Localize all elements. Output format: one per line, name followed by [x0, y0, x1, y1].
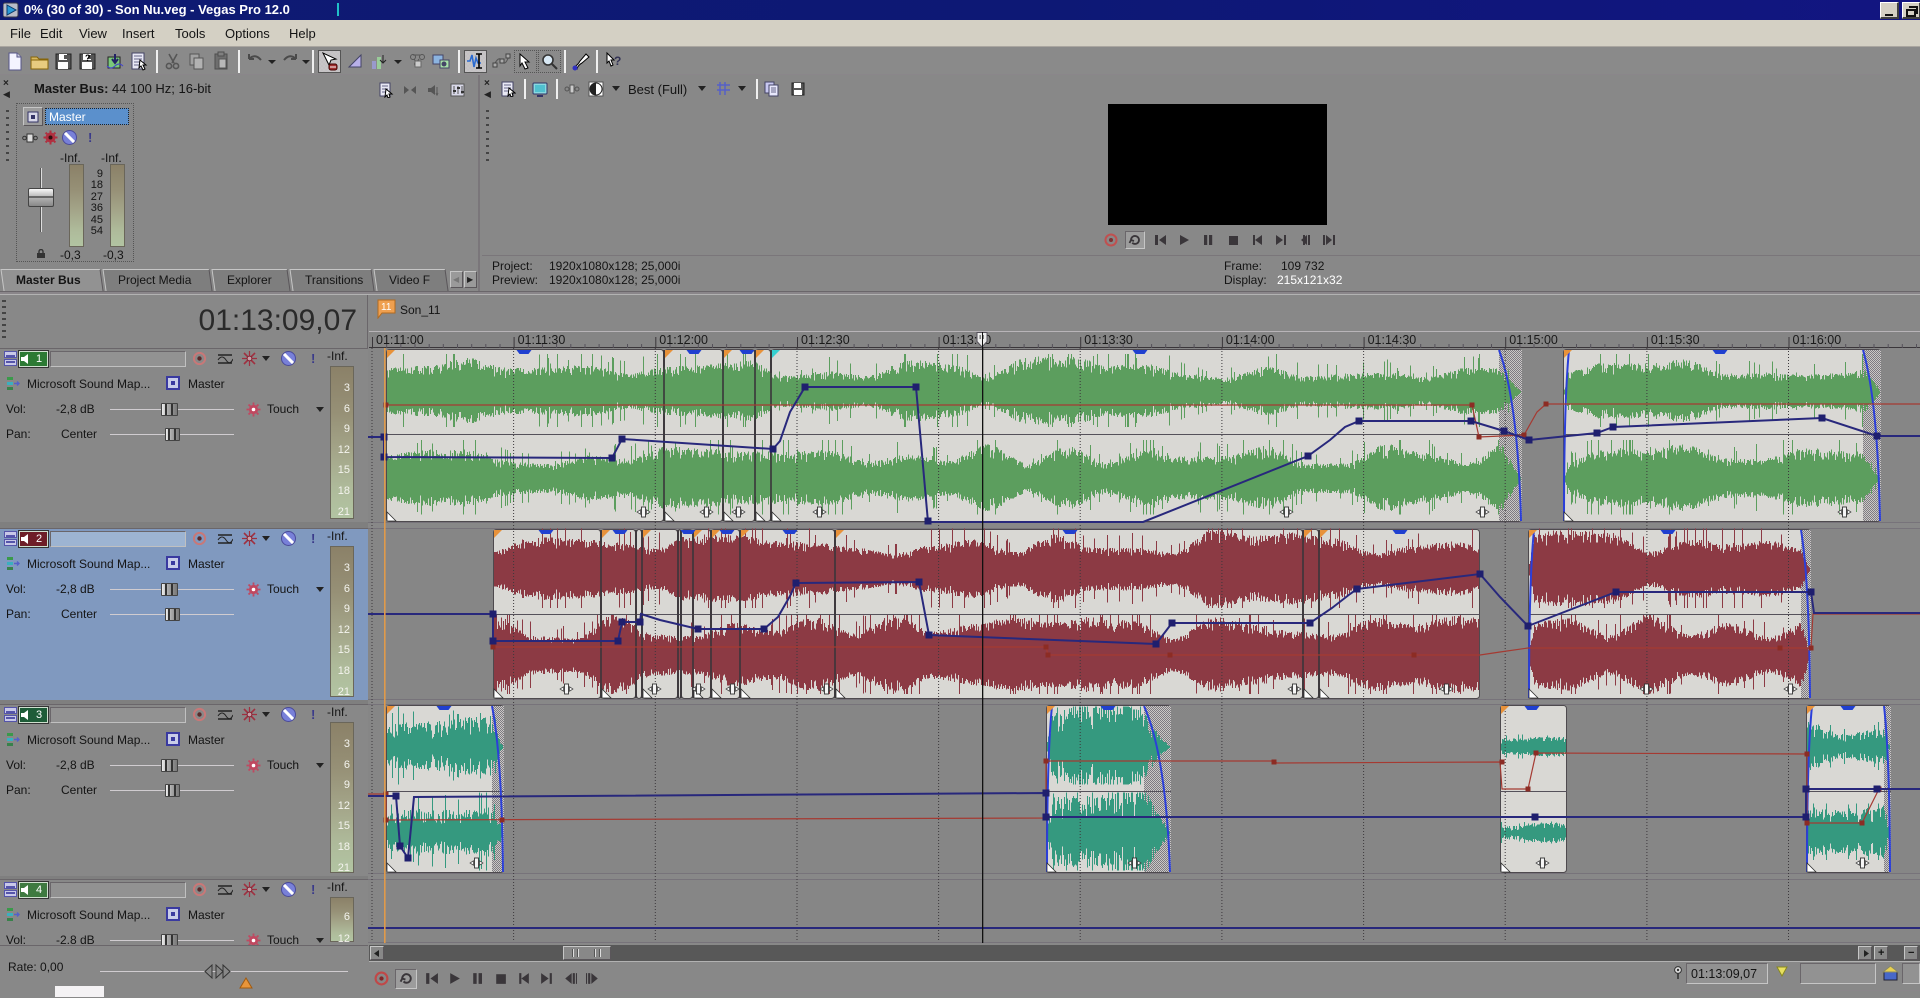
svg-text:11: 11: [381, 302, 392, 313]
svg-text:01:13:30: 01:13:30: [1084, 333, 1133, 347]
svg-text:?: ?: [85, 53, 91, 63]
svg-text:01:11:30: 01:11:30: [518, 333, 566, 347]
svg-text:01:11:00: 01:11:00: [376, 333, 424, 347]
svg-text:?: ?: [614, 54, 621, 68]
